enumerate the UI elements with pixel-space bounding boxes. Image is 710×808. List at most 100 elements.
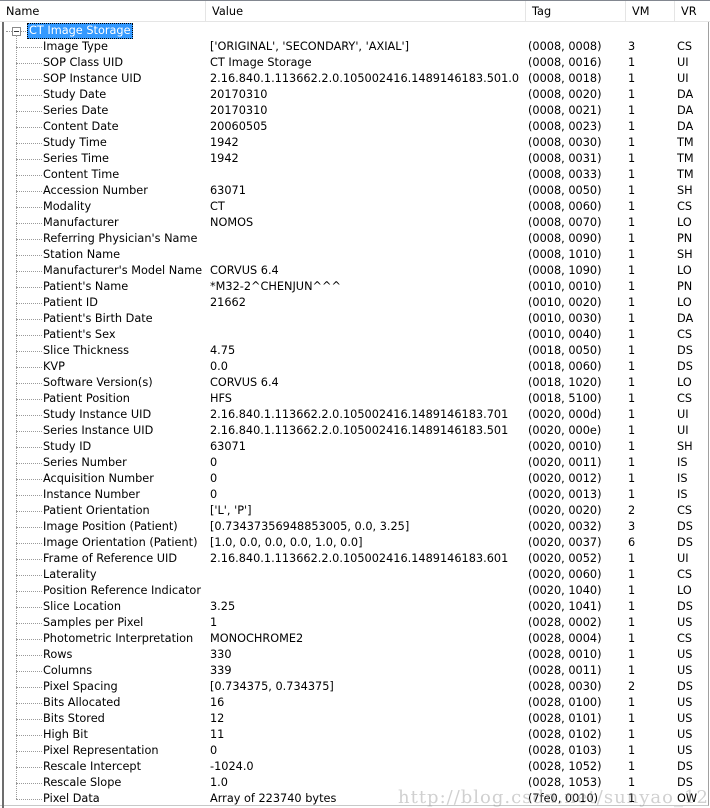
table-row[interactable]: Study ID 63071 (0020, 0010) 1 SH	[0, 439, 710, 455]
table-row[interactable]: Bits Allocated 16 (0028, 0100) 1 US	[0, 695, 710, 711]
table-row[interactable]: Image Type ['ORIGINAL', 'SECONDARY', 'AXI…	[0, 39, 710, 55]
tree-connector-line	[16, 383, 42, 384]
table-row[interactable]: Study Time 1942 (0008, 0030) 1 TM	[0, 135, 710, 151]
tree-connector-line	[16, 655, 42, 656]
table-row[interactable]: Slice Thickness 4.75 (0018, 0050) 1 DS	[0, 343, 710, 359]
table-row[interactable]: Manufacturer NOMOS (0008, 0070) 1 LO	[0, 215, 710, 231]
table-row[interactable]: Accession Number 63071 (0008, 0050) 1 SH	[0, 183, 710, 199]
row-value	[210, 567, 526, 583]
table-row[interactable]: Study Instance UID 2.16.840.1.113662.2.0.…	[0, 407, 710, 423]
table-row[interactable]: Acquisition Number 0 (0020, 0012) 1 IS	[0, 471, 710, 487]
row-name: Instance Number	[43, 488, 141, 501]
row-vr: US	[677, 696, 693, 709]
table-row[interactable]: Series Date 20170310 (0008, 0021) 1 DA	[0, 103, 710, 119]
tree-connector-line	[16, 671, 42, 672]
row-tag: (0010, 0020)	[528, 296, 602, 309]
table-row[interactable]: Patient Position HFS (0018, 5100) 1 CS	[0, 391, 710, 407]
row-name: Image Type	[43, 40, 108, 53]
row-vm: 1	[628, 344, 636, 357]
tree-connector-line	[16, 799, 42, 800]
table-row[interactable]: Patient's Birth Date (0010, 0030) 1 DA	[0, 311, 710, 327]
table-row[interactable]: Image Position (Patient) [0.7343735694885…	[0, 519, 710, 535]
table-row[interactable]: Rescale Intercept -1024.0 (0028, 1052) 1 DS	[0, 759, 710, 775]
table-row[interactable]: Rows 330 (0028, 0010) 1 US	[0, 647, 710, 663]
table-row[interactable]: Pixel Representation 0 (0028, 0103) 1 US	[0, 743, 710, 759]
tree-connector-line	[16, 735, 42, 736]
table-row[interactable]: Content Time (0008, 0033) 1 TM	[0, 167, 710, 183]
column-header-vm[interactable]: VM	[626, 1, 675, 22]
row-vr: DA	[677, 104, 694, 117]
row-vm: 1	[628, 360, 636, 373]
table-row[interactable]: Patient Orientation ['L', 'P'] (0020, 0020…	[0, 503, 710, 519]
row-vm: 1	[628, 632, 636, 645]
table-row[interactable]: Samples per Pixel 1 (0028, 0002) 1 US	[0, 615, 710, 631]
table-row[interactable]: SOP Class UID CT Image Storage (0008, 0016…	[0, 55, 710, 71]
table-row[interactable]: Patient's Sex (0010, 0040) 1 CS	[0, 327, 710, 343]
row-vm: 1	[628, 440, 636, 453]
table-row[interactable]: Patient's Name *M32-2^CHENJUN^^^ (0010, 00…	[0, 279, 710, 295]
row-vm: 1	[628, 408, 636, 421]
row-vm: 1	[628, 72, 636, 85]
row-vr: DS	[677, 344, 693, 357]
row-tag: (0028, 0010)	[528, 648, 602, 661]
row-name: Slice Thickness	[43, 344, 130, 357]
table-row[interactable]: Series Time 1942 (0008, 0031) 1 TM	[0, 151, 710, 167]
table-row[interactable]: Study Date 20170310 (0008, 0020) 1 DA	[0, 87, 710, 103]
table-row[interactable]: Rescale Slope 1.0 (0028, 1053) 1 DS	[0, 775, 710, 791]
row-vm: 1	[628, 216, 636, 229]
table-row[interactable]: Frame of Reference UID 2.16.840.1.113662.…	[0, 551, 710, 567]
table-row[interactable]: Patient ID 21662 (0010, 0020) 1 LO	[0, 295, 710, 311]
table-row[interactable]: Modality CT (0008, 0060) 1 CS	[0, 199, 710, 215]
tree-root-row[interactable]: CT Image Storage	[0, 23, 710, 39]
row-vm: 1	[628, 392, 636, 405]
table-row[interactable]: Image Orientation (Patient) [1.0, 0.0, 0.…	[0, 535, 710, 551]
row-name: Study Date	[43, 88, 107, 101]
row-name: Bits Allocated	[43, 696, 121, 709]
table-row[interactable]: Manufacturer's Model Name CORVUS 6.4 (0008…	[0, 263, 710, 279]
table-row[interactable]: Photometric Interpretation MONOCHROME2 (00…	[0, 631, 710, 647]
row-vr: CS	[677, 200, 693, 213]
table-row[interactable]: SOP Instance UID 2.16.840.1.113662.2.0.10…	[0, 71, 710, 87]
row-tag: (0020, 0012)	[528, 472, 602, 485]
table-row[interactable]: Series Instance UID 2.16.840.1.113662.2.0…	[0, 423, 710, 439]
row-vr: CS	[677, 328, 693, 341]
table-row[interactable]: Slice Location 3.25 (0020, 1041) 1 DS	[0, 599, 710, 615]
column-header-tag[interactable]: Tag	[526, 1, 626, 22]
row-vm: 1	[628, 88, 636, 101]
table-row[interactable]: Bits Stored 12 (0028, 0101) 1 US	[0, 711, 710, 727]
column-header-name[interactable]: Name	[0, 1, 206, 22]
tree-connector-line	[16, 463, 42, 464]
row-value: 63071	[210, 440, 246, 453]
row-tag: (0018, 1020)	[528, 376, 602, 389]
row-name: Software Version(s)	[43, 376, 153, 389]
root-node-label[interactable]: CT Image Storage	[27, 23, 133, 39]
row-vr: UI	[677, 72, 689, 85]
table-row[interactable]: Software Version(s) CORVUS 6.4 (0018, 1020…	[0, 375, 710, 391]
row-vm: 3	[628, 520, 636, 533]
table-row[interactable]: Position Reference Indicator (0020, 1040)…	[0, 583, 710, 599]
tree-connector-line	[16, 543, 42, 544]
table-row[interactable]: Station Name (0008, 1010) 1 SH	[0, 247, 710, 263]
table-row[interactable]: Pixel Data Array of 223740 bytes (7fe0, 00…	[0, 791, 710, 807]
table-row[interactable]: Columns 339 (0028, 0011) 1 US	[0, 663, 710, 679]
row-vm: 1	[628, 616, 636, 629]
row-value: 2.16.840.1.113662.2.0.105002416.14891461…	[210, 552, 509, 565]
row-vr: DS	[677, 680, 693, 693]
row-name: Slice Location	[43, 600, 121, 613]
table-row[interactable]: Instance Number 0 (0020, 0013) 1 IS	[0, 487, 710, 503]
table-row[interactable]: Content Date 20060505 (0008, 0023) 1 DA	[0, 119, 710, 135]
row-tag: (0020, 0052)	[528, 552, 602, 565]
row-vm: 1	[628, 664, 636, 677]
table-row[interactable]: Series Number 0 (0020, 0011) 1 IS	[0, 455, 710, 471]
column-header-value[interactable]: Value	[206, 1, 526, 22]
row-value: 1942	[210, 152, 239, 165]
row-name: Content Time	[43, 168, 120, 181]
table-row[interactable]: Referring Physician's Name (0008, 0090) 1 P…	[0, 231, 710, 247]
row-name: Patient Position	[43, 392, 130, 405]
table-row[interactable]: Pixel Spacing [0.734375, 0.734375] (0028, …	[0, 679, 710, 695]
column-header-vr[interactable]: VR	[675, 1, 710, 22]
row-value: 0	[210, 488, 218, 501]
table-row[interactable]: Laterality (0020, 0060) 1 CS	[0, 567, 710, 583]
table-row[interactable]: High Bit 11 (0028, 0102) 1 US	[0, 727, 710, 743]
table-row[interactable]: KVP 0.0 (0018, 0060) 1 DS	[0, 359, 710, 375]
